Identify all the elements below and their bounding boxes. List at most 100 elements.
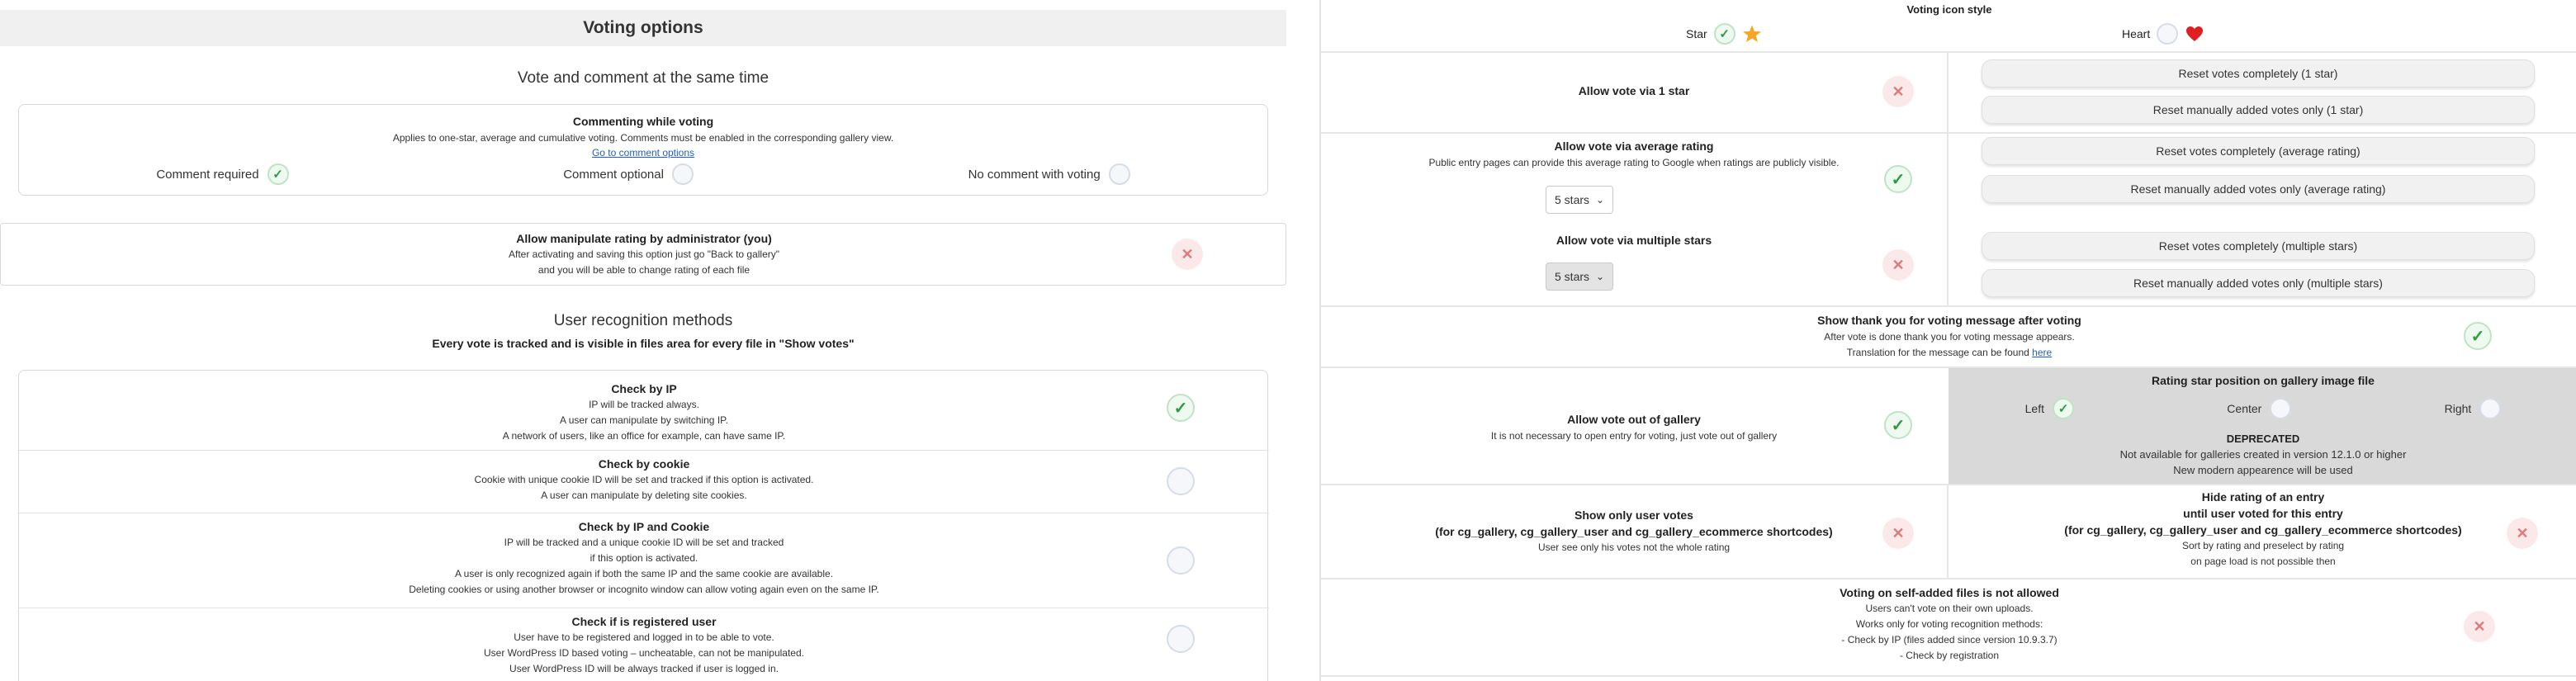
vote-comment-title: Vote and comment at the same time [517, 69, 769, 87]
position-label: Center [2227, 402, 2262, 415]
recognition-methods-box: Check by IP IP will be tracked always. A… [18, 370, 1269, 681]
method-line: A network of users, like an office for e… [502, 430, 786, 442]
icon-style-title: Voting icon style [1906, 3, 1992, 16]
right-column: Voting icon style Star ✓ Heart Allow vot… [1319, 0, 2576, 681]
star-position-center-option[interactable]: Center [2227, 398, 2292, 419]
self-added-title: Voting on self-added files is not allowe… [1840, 586, 2059, 599]
average-label: Allow vote via average rating [1554, 140, 1714, 153]
check-icon[interactable]: ✓ [2464, 322, 2492, 350]
method-line: A user is only recognized again if both … [454, 568, 834, 579]
method-title: Check by IP [611, 382, 677, 395]
radio-empty-icon[interactable] [1167, 625, 1195, 653]
radio-empty-icon[interactable] [1167, 467, 1195, 495]
commenting-title: Commenting while voting [572, 115, 714, 128]
check-icon[interactable]: ✓ [1167, 394, 1195, 422]
hide-rating-title3: (for cg_gallery, cg_gallery_user and cg_… [2064, 523, 2462, 537]
self-added-line: Users can't vote on their own uploads. [1865, 603, 2034, 614]
comment-optional-option[interactable]: Comment optional [563, 163, 694, 185]
reset-manual-votes-1star-button[interactable]: Reset manually added votes only (1 star) [1982, 96, 2535, 124]
out-of-gallery-desc: It is not necessary to open entry for vo… [1490, 430, 1778, 442]
method-title: Check by cookie [598, 457, 690, 471]
multiple-stars-select[interactable]: 5 stars ⌄ [1546, 262, 1614, 291]
star-style-option[interactable]: Star ✓ [1686, 23, 1762, 45]
check-icon[interactable]: ✓ [1713, 23, 1735, 45]
cross-icon[interactable]: ✕ [1882, 518, 1914, 549]
star-position-left-option[interactable]: Left ✓ [2025, 398, 2074, 419]
manipulate-line2: and you will be able to change rating of… [537, 264, 751, 276]
average-stars-select[interactable]: 5 stars ⌄ [1546, 186, 1614, 214]
left-column: Voting options Vote and comment at the s… [0, 0, 1288, 681]
chevron-down-icon: ⌄ [1596, 194, 1605, 206]
star-position-right-option[interactable]: Right [2445, 398, 2502, 419]
select-value: 5 stars [1555, 193, 1590, 206]
own-votes-desc: User see only his votes not the whole ra… [1537, 541, 1731, 553]
commenting-desc: Applies to one-star, average and cumulat… [392, 132, 894, 144]
divider [1321, 484, 2576, 485]
position-label: Left [2024, 402, 2044, 415]
comment-required-option[interactable]: Comment required ✓ [156, 163, 289, 185]
thank-you-line2: Translation for the message can be found [1846, 347, 2029, 358]
radio-empty-icon[interactable] [2479, 398, 2502, 419]
check-icon[interactable]: ✓ [1884, 411, 1912, 439]
heart-style-option[interactable]: Heart [2122, 23, 2204, 45]
method-line: User WordPress ID based voting – uncheat… [483, 647, 804, 659]
check-icon[interactable]: ✓ [267, 163, 289, 185]
check-icon[interactable]: ✓ [2053, 398, 2074, 419]
cross-icon[interactable]: ✕ [1882, 249, 1914, 281]
heart-label: Heart [2122, 27, 2151, 40]
method-line: User have to be registered and logged in… [514, 631, 774, 643]
method-line: Deleting cookies or using another browse… [409, 584, 879, 595]
reset-votes-average-button[interactable]: Reset votes completely (average rating) [1982, 137, 2535, 165]
method-line: User WordPress ID will be always tracked… [509, 663, 779, 674]
recognition-title: User recognition methods [553, 312, 733, 329]
method-check-ip-cookie: Check by IP and Cookie IP will be tracke… [19, 513, 1269, 608]
voting-options-page: Voting options Vote and comment at the s… [0, 0, 2576, 681]
radio-empty-icon[interactable] [1108, 163, 1130, 185]
reset-votes-1star-button[interactable]: Reset votes completely (1 star) [1982, 59, 2535, 87]
method-title: Check if is registered user [571, 615, 717, 628]
star-icon [1742, 25, 1761, 42]
hide-rating-desc2: on page load is not possible then [2190, 556, 2336, 567]
one-star-label: Allow vote via 1 star [1578, 84, 1690, 97]
no-comment-option[interactable]: No comment with voting [968, 163, 1130, 185]
method-line: IP will be tracked and a unique cookie I… [504, 537, 784, 548]
method-line: IP will be tracked always. [589, 399, 699, 410]
radio-empty-icon[interactable] [671, 163, 694, 185]
reset-manual-votes-average-button[interactable]: Reset manually added votes only (average… [1982, 175, 2535, 203]
divider [1321, 578, 2576, 579]
radio-empty-icon[interactable] [2270, 398, 2292, 419]
manipulate-rating-box: Allow manipulate rating by administrator… [0, 223, 1286, 286]
comment-optional-label: Comment optional [563, 167, 664, 182]
reset-manual-votes-multiple-button[interactable]: Reset manually added votes only (multipl… [1982, 269, 2535, 297]
reset-votes-multiple-button[interactable]: Reset votes completely (multiple stars) [1982, 232, 2535, 260]
method-title: Check by IP and Cookie [578, 520, 710, 533]
method-check-ip: Check by IP IP will be tracked always. A… [19, 371, 1269, 450]
select-value: 5 stars [1555, 270, 1590, 283]
self-added-line: - Check by IP (files added since version… [1841, 634, 2057, 646]
divider [1321, 51, 2576, 53]
no-comment-label: No comment with voting [968, 167, 1101, 182]
radio-empty-icon[interactable] [1167, 546, 1195, 575]
cross-icon[interactable]: ✕ [2464, 611, 2495, 642]
self-added-line: Works only for voting recognition method… [1855, 618, 2043, 630]
recognition-subtitle: Every vote is tracked and is visible in … [432, 337, 855, 350]
self-added-line: - Check by registration [1899, 650, 2000, 661]
section-title: Voting options [0, 10, 1286, 46]
cross-icon[interactable]: ✕ [1172, 239, 1203, 270]
translation-link[interactable]: here [2032, 347, 2052, 358]
star-label: Star [1686, 27, 1707, 40]
divider [1321, 132, 2576, 134]
thank-you-line1: After vote is done thank you for voting … [1824, 331, 2075, 343]
cross-icon[interactable]: ✕ [1882, 76, 1914, 107]
comment-options-link[interactable]: Go to comment options [592, 147, 694, 158]
cross-icon[interactable]: ✕ [2507, 518, 2538, 549]
check-icon[interactable]: ✓ [1884, 165, 1912, 193]
star-position-title: Rating star position on gallery image fi… [2152, 374, 2375, 387]
average-desc: Public entry pages can provide this aver… [1428, 157, 1840, 168]
deprecated-label: DEPRECATED [2226, 433, 2300, 445]
hide-rating-title2: until user voted for this entry [2183, 507, 2343, 520]
divider [1321, 305, 2576, 307]
heart-icon [2186, 26, 2204, 41]
thank-you-title: Show thank you for voting message after … [1817, 314, 2081, 327]
radio-empty-icon[interactable] [2157, 23, 2179, 45]
